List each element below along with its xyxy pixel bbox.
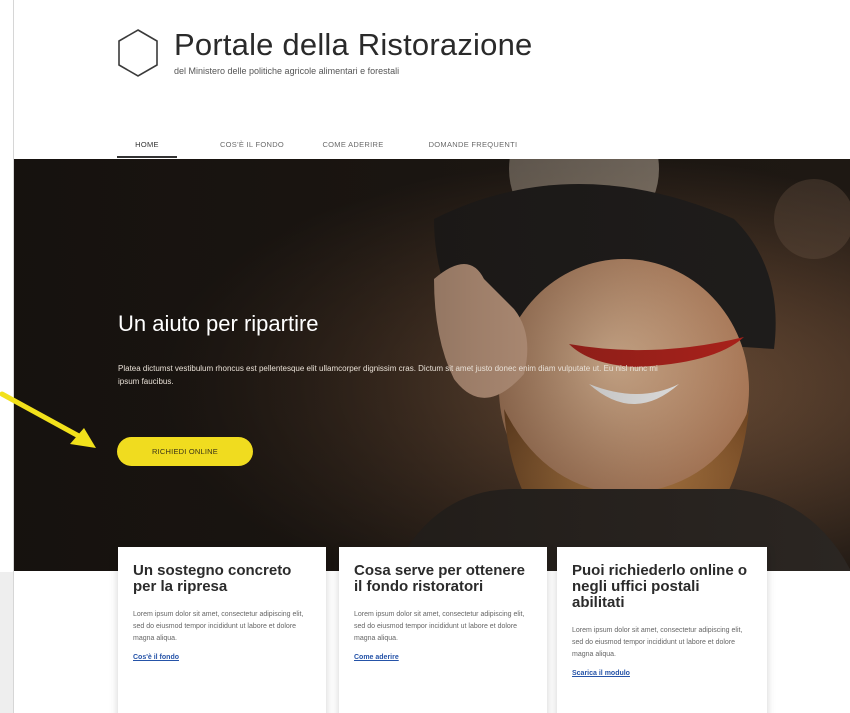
card-title: Un sostegno concreto per la ripresa [133, 562, 292, 595]
card-title: Cosa serve per ottenere il fondo ristora… [354, 562, 525, 595]
card-link-scarica-il-modulo[interactable]: Scarica il modulo [572, 670, 630, 677]
card-title: Puoi richiederlo online o negli uffici p… [572, 562, 748, 611]
richiedi-online-button[interactable]: RICHIEDI ONLINE [117, 437, 253, 466]
card-link-cose-il-fondo[interactable]: Cos'è il fondo [133, 654, 179, 661]
card-link-come-aderire[interactable]: Come aderire [354, 654, 399, 661]
card-text: Lorem ipsum dolor sit amet, consectetur … [133, 611, 304, 642]
card-text: Lorem ipsum dolor sit amet, consectetur … [354, 611, 525, 642]
hero-description: Platea dictumst vestibulum rhoncus est p… [118, 364, 658, 386]
hero-title: Un aiuto per ripartire [118, 311, 319, 336]
nav-item-home[interactable]: HOME [117, 134, 177, 158]
nav-item-cose-il-fondo[interactable]: COS'È IL FONDO [205, 134, 299, 158]
card-text: Lorem ipsum dolor sit amet, consectetur … [572, 627, 743, 658]
hexagon-outline-icon [118, 29, 158, 77]
nav-item-come-aderire[interactable]: COME ADERIRE [313, 134, 393, 158]
nav-item-domande-frequenti[interactable]: DOMANDE FREQUENTI [413, 134, 533, 158]
outside-background [0, 572, 13, 713]
info-card: Cosa serve per ottenere il fondo ristora… [339, 547, 547, 713]
site-brand[interactable]: Portale della Ristorazione del Ministero… [116, 28, 532, 78]
info-card: Un sostegno concreto per la ripresa Lore… [118, 547, 326, 713]
site-title: Portale della Ristorazione [174, 27, 533, 62]
arrow-icon [0, 391, 96, 448]
site-subtitle: del Ministero delle politiche agricole a… [174, 66, 400, 76]
info-card: Puoi richiederlo online o negli uffici p… [557, 547, 767, 713]
main-nav: HOME COS'È IL FONDO COME ADERIRE DOMANDE… [117, 134, 533, 158]
hero-banner: Un aiuto per ripartire Platea dictumst v… [14, 159, 850, 571]
brand-text: Portale della Ristorazione del Ministero… [174, 27, 533, 77]
browser-page: Portale della Ristorazione del Ministero… [13, 0, 850, 713]
